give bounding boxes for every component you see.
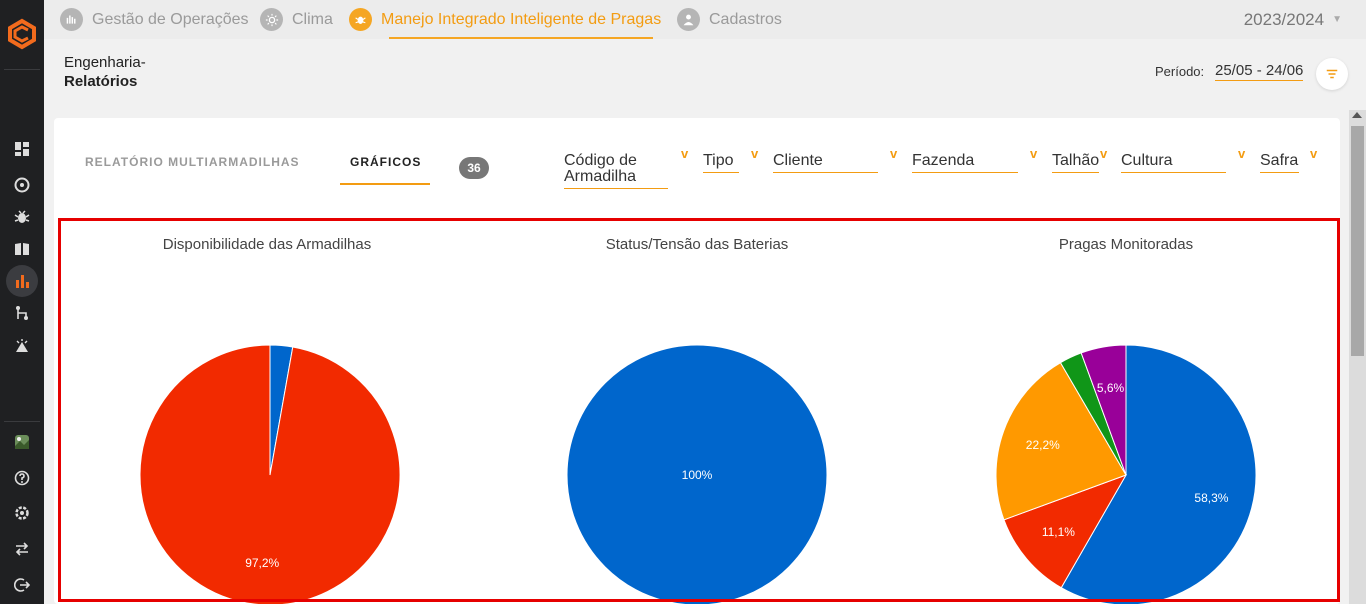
filter-safra[interactable]: Safra [1260, 153, 1299, 173]
nav-gestao-operacoes[interactable]: Gestão de Operações [60, 0, 249, 39]
gear-icon[interactable] [10, 501, 34, 525]
user-icon [677, 8, 700, 31]
sidebar [0, 0, 44, 604]
caret-down-icon: ▼ [1332, 14, 1342, 25]
filter-cliente[interactable]: Cliente [773, 153, 878, 173]
operations-icon [60, 8, 83, 31]
logout-icon[interactable] [10, 573, 34, 597]
nav-cadastros[interactable]: Cadastros [677, 0, 782, 39]
book-icon[interactable] [10, 237, 34, 261]
nav-label: Gestão de Operações [92, 10, 249, 28]
filter-cultura[interactable]: Cultura [1121, 153, 1226, 173]
breadcrumb-parent: Engenharia- [64, 54, 146, 71]
count-badge: 36 [459, 157, 489, 179]
filter-icon [1326, 69, 1338, 79]
app-logo-icon[interactable] [6, 18, 38, 50]
nav-label: Manejo Integrado Inteligente de Pragas [381, 10, 662, 28]
nav-clima[interactable]: Clima [260, 0, 333, 39]
nav-label: Cadastros [709, 10, 782, 28]
filter-label: Cultura [1121, 152, 1173, 169]
season-value: 2023/2024 [1243, 9, 1325, 29]
chevron-down-icon[interactable]: v [1310, 146, 1317, 161]
filter-label: Armadilha [564, 168, 637, 185]
filter-label: Fazenda [912, 152, 975, 169]
help-icon[interactable] [10, 466, 34, 490]
chevron-down-icon[interactable]: v [1030, 146, 1037, 161]
filter-codigo-armadilha[interactable]: Código de Armadilha [564, 153, 668, 189]
bug-icon[interactable] [10, 205, 34, 229]
sidebar-divider [4, 421, 40, 422]
season-selector[interactable]: 2023/2024 ▼ [1244, 0, 1342, 39]
chevron-down-icon[interactable]: v [1238, 146, 1245, 161]
pest-icon [349, 8, 372, 31]
filter-button[interactable] [1316, 58, 1348, 90]
chevron-down-icon[interactable]: v [751, 146, 758, 161]
tab-active-underline [340, 183, 430, 185]
breadcrumb-current: Relatórios [64, 73, 138, 90]
filter-label: Código de [564, 152, 637, 169]
tab-relatorio-multiarmadilhas[interactable]: RELATÓRIO MULTIARMADILHAS [85, 155, 300, 169]
workflow-icon[interactable] [10, 301, 34, 325]
period-label: Período: [1155, 64, 1205, 79]
scrollbar-thumb[interactable] [1351, 126, 1364, 356]
nav-active-underline [389, 37, 653, 39]
sun-icon [260, 8, 283, 31]
bar-chart-icon[interactable] [10, 269, 34, 293]
filter-label: Safra [1260, 152, 1299, 169]
scroll-up-icon[interactable] [1352, 112, 1362, 118]
tab-graficos[interactable]: GRÁFICOS [350, 155, 421, 169]
chevron-down-icon[interactable]: v [681, 146, 688, 161]
chevron-down-icon[interactable]: v [1100, 146, 1107, 161]
swap-icon[interactable] [10, 537, 34, 561]
filter-label: Talhão [1052, 152, 1100, 169]
filter-label: Tipo [703, 152, 734, 169]
highlight-box [58, 218, 1340, 602]
radar-icon[interactable] [10, 173, 34, 197]
chevron-down-icon[interactable]: v [890, 146, 897, 161]
dashboard-icon[interactable] [10, 137, 34, 161]
filter-fazenda[interactable]: Fazenda [912, 153, 1018, 173]
filter-talhao[interactable]: Talhão [1052, 153, 1099, 173]
nav-label: Clima [292, 10, 333, 28]
trap-alert-icon[interactable] [10, 334, 34, 358]
filter-label: Cliente [773, 152, 823, 169]
nav-manejo-pragas[interactable]: Manejo Integrado Inteligente de Pragas [349, 0, 661, 39]
filter-tipo[interactable]: Tipo [703, 153, 739, 173]
period-value[interactable]: 25/05 - 24/06 [1215, 62, 1304, 81]
user-avatar-icon[interactable] [10, 430, 34, 454]
sidebar-divider [4, 69, 40, 70]
